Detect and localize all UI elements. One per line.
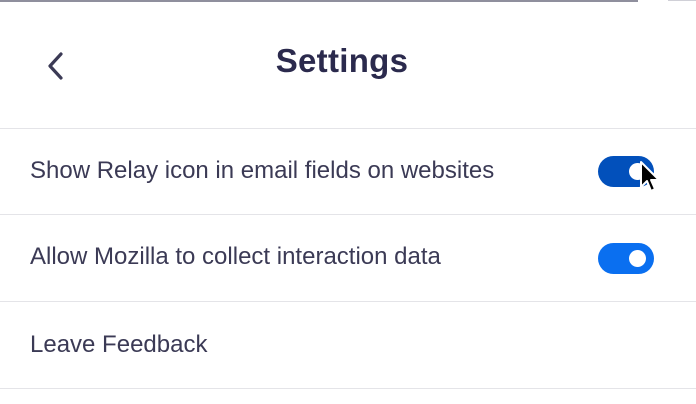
setting-label: Show Relay icon in email fields on websi… [30,157,495,184]
leave-feedback-link[interactable]: Leave Feedback [0,302,696,389]
settings-header: Settings [0,2,696,129]
page-title: Settings [275,42,409,79]
settings-panel: Settings Show Relay icon in email fields… [0,0,696,404]
setting-row-show-relay-icon: Show Relay icon in email fields on websi… [0,129,696,215]
setting-label: Allow Mozilla to collect interaction dat… [30,243,441,270]
mouse-cursor-icon [640,161,660,192]
leave-feedback-label: Leave Feedback [30,331,208,358]
collect-interaction-data-toggle[interactable] [598,243,654,274]
top-divider-right [668,0,696,1]
toggle-knob [629,250,646,267]
setting-row-collect-interaction-data: Allow Mozilla to collect interaction dat… [0,215,696,302]
